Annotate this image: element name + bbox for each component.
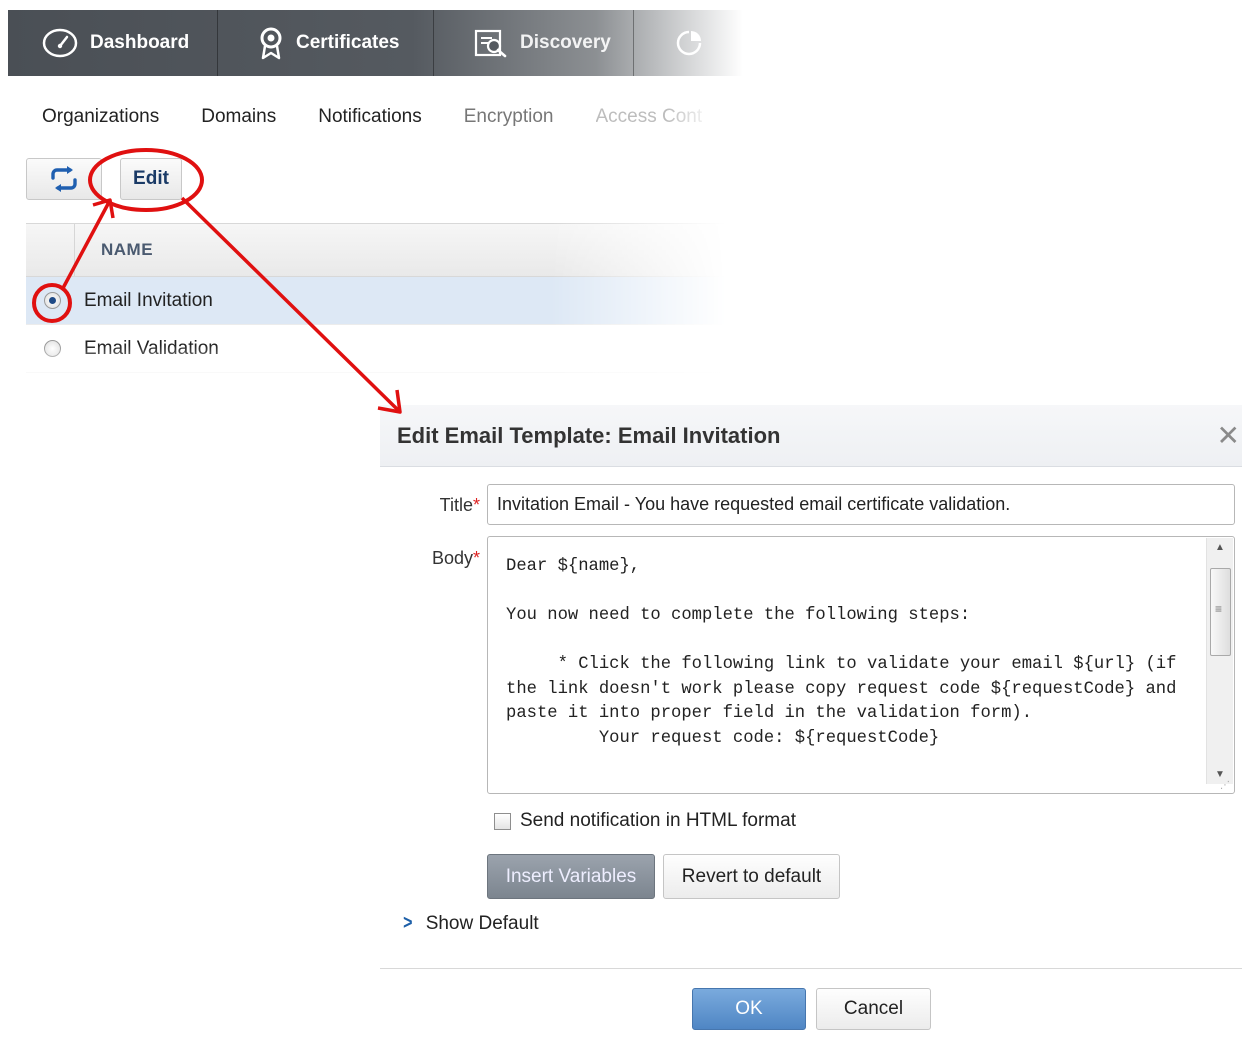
show-default-toggle[interactable]: > Show Default — [402, 912, 539, 935]
title-input[interactable] — [487, 484, 1235, 525]
scroll-thumb[interactable] — [1210, 568, 1231, 656]
resize-grip-icon[interactable]: ⋰ — [1220, 780, 1230, 791]
scroll-up-icon[interactable]: ▲ — [1215, 542, 1225, 553]
body-textarea[interactable]: Dear ${name}, You now need to complete t… — [487, 536, 1235, 794]
nav-discovery-label: Discovery — [520, 32, 611, 53]
body-label-text: Body — [431, 548, 473, 568]
row-radio[interactable] — [44, 292, 61, 309]
arrow-head-edit — [92, 198, 115, 219]
tab-encryption[interactable]: Encryption — [464, 106, 554, 128]
ok-button[interactable]: OK — [692, 988, 806, 1030]
html-format-label: Send notification in HTML format — [520, 810, 796, 831]
nav-certificates-label: Certificates — [296, 32, 400, 53]
title-label-text: Title — [439, 495, 473, 515]
cancel-button[interactable]: Cancel — [816, 988, 931, 1030]
body-scrollbar[interactable]: ▲ ▼ — [1206, 538, 1233, 784]
title-field-label: Title* — [380, 495, 480, 516]
nav-dashboard[interactable]: Dashboard — [8, 10, 218, 76]
discovery-scan-icon — [474, 29, 507, 58]
certificate-badge-icon — [260, 27, 282, 60]
html-format-checkbox[interactable] — [494, 812, 511, 830]
required-mark: * — [472, 548, 480, 568]
tab-access-control[interactable]: Access Cont — [596, 106, 714, 128]
edit-template-dialog: Edit Email Template: Email Invitation ✕ … — [380, 405, 1242, 1041]
toolbar: Edit — [26, 158, 182, 200]
nav-dashboard-label: Dashboard — [90, 32, 190, 53]
background-fade — [0, 345, 760, 385]
refresh-icon — [51, 166, 77, 192]
tab-organizations[interactable]: Organizations — [42, 106, 159, 128]
body-field-label: Body* — [380, 548, 480, 569]
nav-certificates[interactable]: Certificates — [218, 10, 434, 76]
edit-button[interactable]: Edit — [120, 158, 182, 200]
grid-header-divider — [74, 224, 75, 276]
refresh-button[interactable] — [26, 158, 102, 200]
revert-to-default-button[interactable]: Revert to default — [663, 854, 840, 899]
table-row[interactable]: Email Invitation — [26, 277, 726, 325]
top-navigation: Dashboard Certificates Discovery — [8, 10, 743, 76]
tab-notifications[interactable]: Notifications — [318, 106, 422, 128]
insert-variables-button[interactable]: Insert Variables — [487, 854, 655, 899]
nav-discovery[interactable]: Discovery — [434, 10, 634, 76]
chevron-right-icon: > — [403, 912, 413, 934]
close-icon[interactable]: ✕ — [1217, 419, 1240, 452]
row-name: Email Invitation — [84, 289, 213, 311]
body-text[interactable]: Dear ${name}, You now need to complete t… — [506, 555, 1196, 751]
html-format-option[interactable]: Send notification in HTML format — [494, 810, 796, 832]
dialog-header: Edit Email Template: Email Invitation ✕ — [380, 405, 1242, 467]
required-mark: * — [472, 495, 480, 515]
dialog-title: Edit Email Template: Email Invitation — [397, 422, 781, 448]
nav-reports[interactable] — [634, 10, 724, 76]
scroll-down-icon[interactable]: ▼ — [1215, 769, 1225, 780]
sub-tabs: Organizations Domains Notifications Encr… — [42, 106, 756, 128]
dialog-footer: OK Cancel — [380, 968, 1242, 1041]
show-default-label: Show Default — [425, 912, 539, 934]
column-name-header[interactable]: NAME — [101, 240, 153, 260]
speedometer-icon — [42, 28, 78, 58]
tab-domains[interactable]: Domains — [201, 106, 276, 128]
reports-icon — [676, 30, 702, 56]
grid-header: NAME — [26, 223, 726, 277]
